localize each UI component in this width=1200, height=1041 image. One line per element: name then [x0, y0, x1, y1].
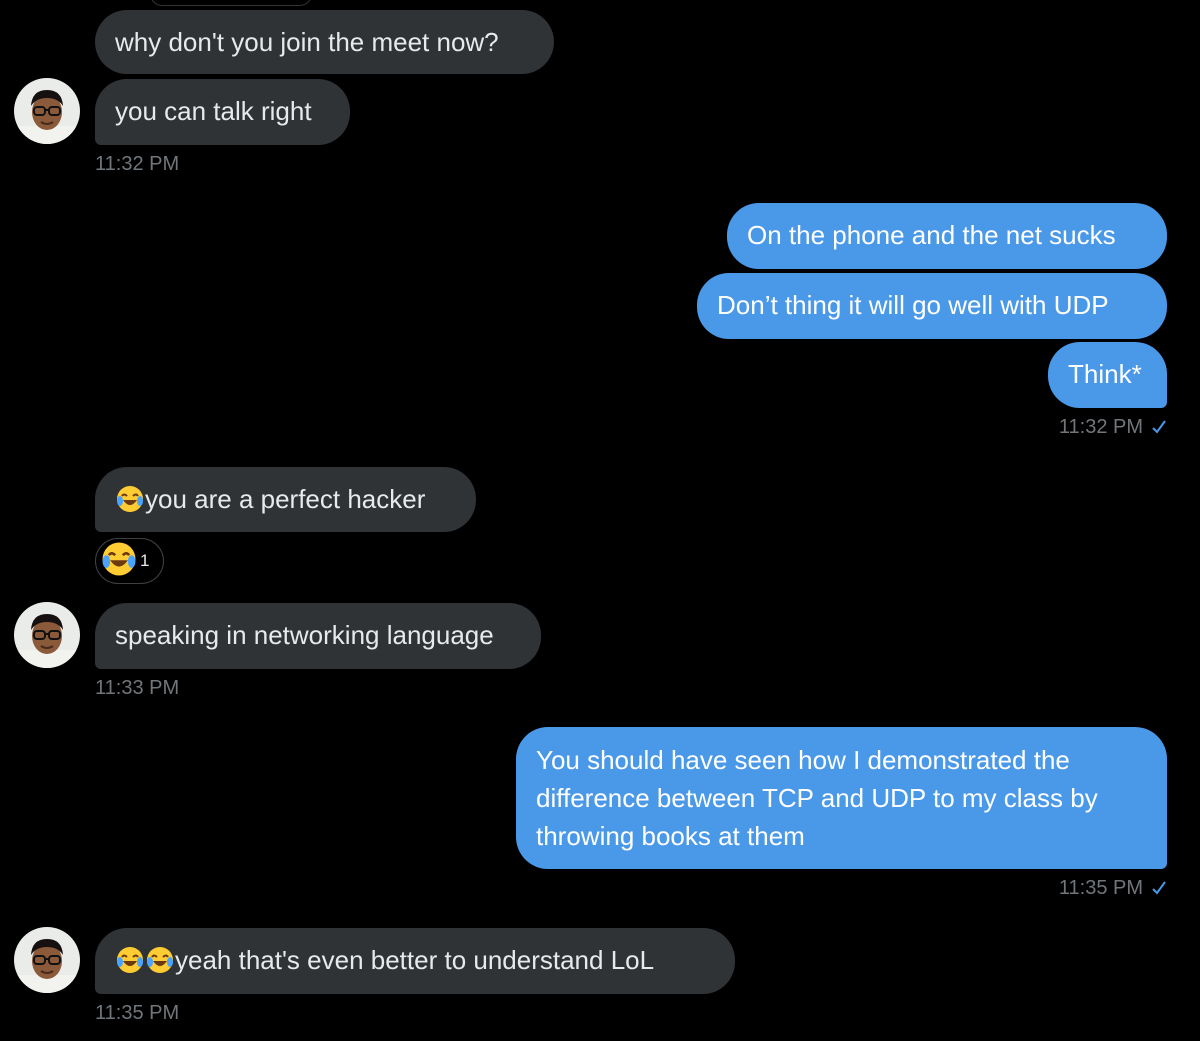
received-message-bubble[interactable]: why don't you join the meet now? [95, 10, 554, 74]
message-text: you are a perfect hacker [145, 484, 426, 514]
checkmark-icon [1151, 876, 1167, 900]
message-text: speaking in networking language [115, 620, 494, 650]
sent-message-bubble[interactable]: Think* [1048, 342, 1167, 408]
message-timestamp: 11:35 PM [1058, 877, 1143, 899]
message-timestamp: 11:32 PM [1058, 416, 1143, 438]
sent-message-bubble[interactable]: You should have seen how I demonstrated … [516, 727, 1167, 869]
received-message-bubble[interactable]: yeah that's even better to understand Lo… [95, 928, 735, 994]
message-text: why don't you join the meet now? [115, 27, 499, 57]
message-timestamp: 11:32 PM [95, 153, 180, 175]
sent-message-bubble[interactable]: On the phone and the net sucks [727, 203, 1167, 269]
message-text: You should have seen how I demonstrated … [536, 745, 1098, 851]
message-text: On the phone and the net sucks [747, 220, 1116, 250]
received-message-bubble[interactable]: you are a perfect hacker [95, 467, 476, 532]
avatar[interactable] [14, 927, 80, 993]
message-text: Think* [1068, 359, 1142, 389]
message-timestamp-row: 11:35 PM [1059, 876, 1167, 900]
received-message-bubble[interactable]: speaking in networking language [95, 603, 541, 669]
message-text: you can talk right [115, 96, 312, 126]
avatar[interactable] [14, 78, 80, 144]
received-message-bubble[interactable]: you can talk right [95, 79, 350, 145]
reaction-count: 1 [140, 551, 150, 570]
face-with-tears-of-joy-icon [115, 945, 145, 985]
message-text: yeah that's even better to understand Lo… [175, 945, 655, 975]
message-timestamp: 11:33 PM [95, 677, 180, 699]
checkmark-icon [1151, 415, 1167, 439]
face-with-tears-of-joy-icon [145, 945, 175, 985]
message-timestamp-row: 11:32 PM [1059, 415, 1167, 439]
face-with-tears-of-joy-icon [115, 484, 145, 524]
avatar[interactable] [14, 602, 80, 668]
reaction-pill[interactable]: 1 [95, 538, 164, 584]
previous-bubble-fragment [150, 0, 312, 6]
sent-message-bubble[interactable]: Don’t thing it will go well with UDP [697, 273, 1167, 339]
message-text: Don’t thing it will go well with UDP [717, 290, 1109, 320]
message-timestamp: 11:35 PM [95, 1002, 180, 1024]
face-with-tears-of-joy-icon [100, 540, 138, 583]
